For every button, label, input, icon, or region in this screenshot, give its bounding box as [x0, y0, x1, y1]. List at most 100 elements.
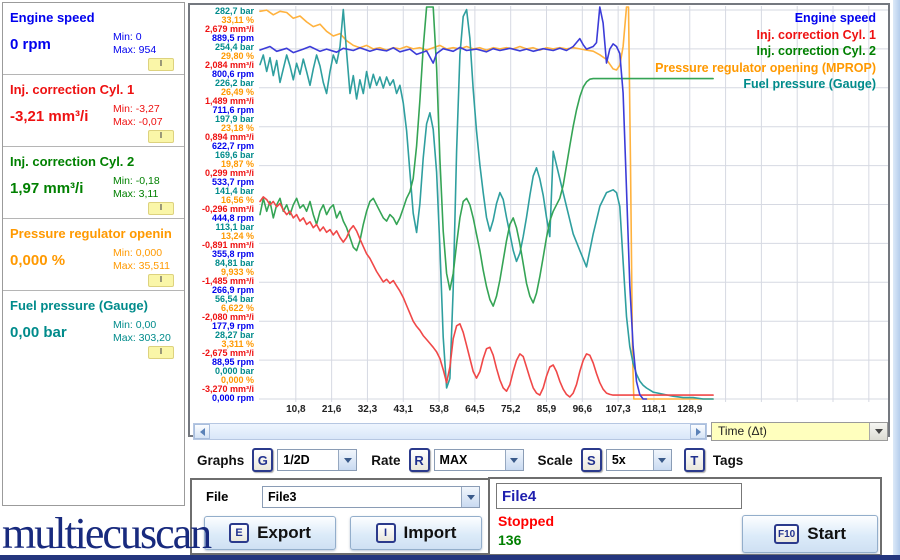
session-groupbox: Stopped 136 F10 Start	[488, 477, 882, 556]
info-badge[interactable]: I	[148, 274, 174, 287]
channel-value: 0 rpm	[10, 36, 51, 53]
window-frame-bottom	[0, 555, 900, 560]
x-axis-tick-label: 96,6	[562, 404, 602, 415]
file-groupbox: File File3 E Export I Import	[190, 478, 496, 555]
chevron-down-icon	[658, 458, 666, 463]
legend-item-cyl1[interactable]: Inj. correction Cyl. 1	[655, 27, 876, 44]
app-logo: multiecuscan	[2, 508, 190, 559]
channel-min-max: Min: 0,000Max: 35,511	[113, 247, 170, 273]
rate-dropdown-button[interactable]	[505, 450, 523, 470]
file-select[interactable]: File3	[262, 486, 480, 508]
record-filename-input[interactable]	[496, 483, 742, 509]
channel-value: 0,000 %	[10, 252, 65, 269]
export-button[interactable]: E Export	[204, 516, 336, 550]
file-select-value: File3	[263, 490, 461, 504]
channel-title: Inj. correction Cyl. 1	[10, 82, 134, 97]
start-hotkey-f10: F10	[774, 524, 799, 544]
graphs-hotkey-g[interactable]: G	[252, 448, 273, 472]
tags-hotkey-t[interactable]: T	[684, 448, 705, 472]
graph-controls-row: Graphs G 1/2D Rate R MAX Scale S 5x T Ta…	[193, 446, 747, 474]
rate-value: MAX	[435, 453, 505, 467]
channel-title: Inj. correction Cyl. 2	[10, 154, 134, 169]
scale-value: 5x	[607, 453, 653, 467]
chart-h-scrollbar[interactable]	[193, 423, 707, 440]
graphs-mode-select[interactable]: 1/2D	[277, 449, 357, 471]
legend-item-mprop[interactable]: Pressure regulator opening (MPROP)	[655, 60, 876, 77]
x-axis-tick-label: 128,9	[670, 404, 710, 415]
rate-label: Rate	[367, 453, 404, 468]
legend-item-fuel[interactable]: Fuel pressure (Gauge)	[655, 76, 876, 93]
channel-panel: Inj. correction Cyl. 2 1,97 mm³/i Min: -0,…	[3, 147, 184, 219]
import-hotkey-i: I	[376, 523, 396, 543]
y-axis-tick-label: 0,000 rpm	[190, 394, 257, 403]
channel-panel: Pressure regulator openin 0,000 % Min: 0,0…	[3, 219, 184, 291]
x-axis-tick-label: 107,3	[598, 404, 638, 415]
export-hotkey-e: E	[229, 523, 249, 543]
channel-min-max: Min: -0,18Max: 3,11	[113, 175, 160, 201]
x-axis-mode-select[interactable]: Time (Δt)	[711, 422, 888, 441]
graphs-label: Graphs	[193, 453, 248, 468]
start-button[interactable]: F10 Start	[742, 515, 878, 553]
channel-panel: Engine speed 0 rpm Min: 0Max: 954I	[3, 3, 184, 75]
x-axis-mode-value: Time (Δt)	[712, 423, 869, 440]
sample-counter: 136	[498, 532, 521, 548]
chevron-down-icon	[467, 495, 475, 500]
file-dropdown-button[interactable]	[461, 487, 479, 507]
channel-value: -3,21 mm³/i	[10, 108, 88, 125]
scroll-right-button[interactable]	[690, 424, 706, 439]
channel-value: 1,97 mm³/i	[10, 180, 83, 197]
chevron-down-icon	[510, 458, 518, 463]
start-button-label: Start	[807, 524, 846, 544]
x-axis-tick-label: 32,3	[347, 404, 387, 415]
legend-item-rpm[interactable]: Engine speed	[655, 10, 876, 27]
channel-panel: Inj. correction Cyl. 1 -3,21 mm³/i Min: -3…	[3, 75, 184, 147]
rate-select[interactable]: MAX	[434, 449, 524, 471]
channel-min-max: Min: 0Max: 954	[113, 31, 156, 57]
channel-min-max: Min: -3,27Max: -0,07	[113, 103, 163, 129]
x-axis-tick-label: 10,8	[276, 404, 316, 415]
graphs-mode-dropdown-button[interactable]	[338, 450, 356, 470]
series-cyl1	[260, 197, 713, 397]
x-axis-tick-label: 118,1	[634, 404, 674, 415]
channel-title: Engine speed	[10, 10, 95, 25]
info-badge[interactable]: I	[148, 58, 174, 71]
x-axis-labels: 10,821,632,343,153,864,575,285,996,6107,…	[190, 404, 888, 418]
series-mprop	[260, 7, 713, 399]
info-badge[interactable]: I	[148, 202, 174, 215]
file-label: File	[206, 489, 228, 504]
scale-label: Scale	[534, 453, 577, 468]
channel-value: 0,00 bar	[10, 324, 67, 341]
y-axis-labels: 282,7 bar33,11 %2,679 mm³/i889,5 rpm254,…	[190, 7, 257, 403]
channel-title: Pressure regulator openin	[10, 226, 172, 241]
channel-panel: Fuel pressure (Gauge)0,00 barMin: 0,00Ma…	[3, 291, 184, 505]
legend-item-cyl2[interactable]: Inj. correction Cyl. 2	[655, 43, 876, 60]
x-axis-tick-label: 64,5	[455, 404, 495, 415]
scale-dropdown-button[interactable]	[653, 450, 671, 470]
info-badge[interactable]: I	[148, 130, 174, 143]
channel-sidebar: Engine speed0 rpmMin: 0Max: 954IInj. cor…	[2, 2, 185, 506]
info-badge[interactable]: I	[148, 346, 174, 359]
x-axis-tick-label: 43,1	[383, 404, 423, 415]
x-axis-tick-label: 75,2	[491, 404, 531, 415]
chart-widget: 282,7 bar33,11 %2,679 mm³/i889,5 rpm254,…	[188, 3, 890, 437]
x-axis-tick-label: 21,6	[312, 404, 352, 415]
scale-hotkey-s[interactable]: S	[581, 448, 602, 472]
graphs-mode-value: 1/2D	[278, 453, 338, 467]
window-frame-right	[893, 0, 900, 560]
rate-hotkey-r[interactable]: R	[409, 448, 430, 472]
scroll-left-icon	[200, 428, 205, 436]
export-button-label: Export	[257, 523, 311, 543]
scroll-left-button[interactable]	[194, 424, 210, 439]
x-axis-tick-label: 85,9	[527, 404, 567, 415]
tags-label: Tags	[709, 453, 748, 468]
chart-legend: Engine speedInj. correction Cyl. 1Inj. c…	[655, 10, 876, 93]
chevron-down-icon	[875, 429, 883, 434]
import-button[interactable]: I Import	[350, 516, 482, 550]
scale-select[interactable]: 5x	[606, 449, 672, 471]
x-axis-tick-label: 53,8	[419, 404, 459, 415]
status-text: Stopped	[498, 513, 554, 529]
chevron-down-icon	[344, 458, 352, 463]
scroll-right-icon	[696, 428, 701, 436]
x-axis-mode-dropdown-button[interactable]	[869, 423, 887, 440]
channel-title: Fuel pressure (Gauge)	[10, 298, 148, 313]
